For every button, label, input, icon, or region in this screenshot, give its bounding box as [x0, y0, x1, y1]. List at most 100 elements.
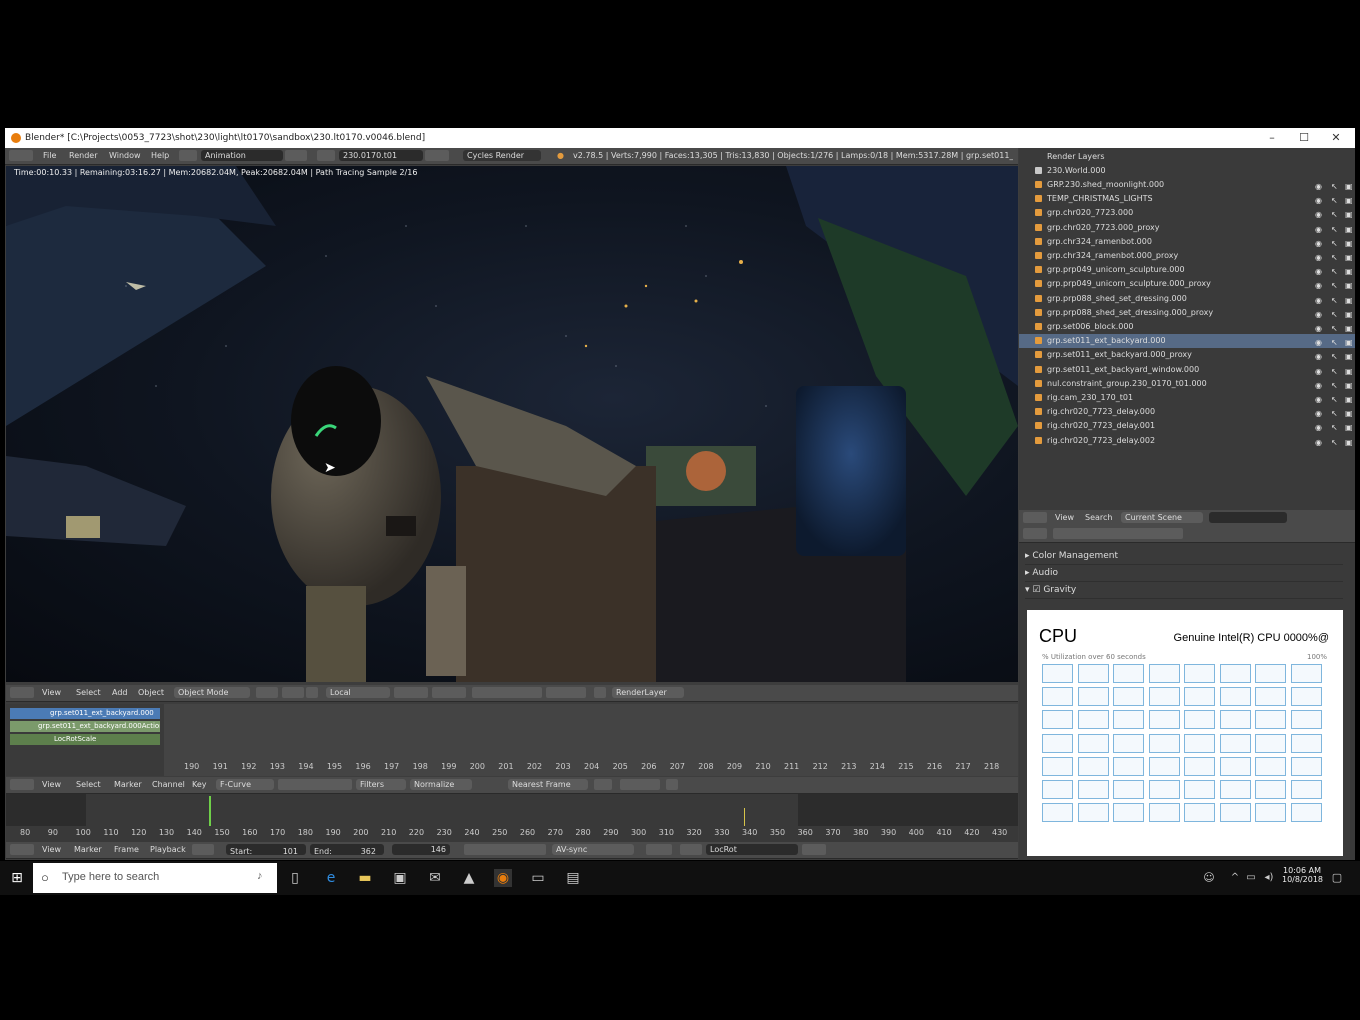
menu-file[interactable]: File [43, 148, 56, 163]
menu-key[interactable]: Key [192, 777, 207, 792]
playback-controls[interactable] [464, 844, 546, 855]
menu-select[interactable]: Select [76, 685, 101, 700]
viewport-render[interactable]: Time:00:10.33 | Remaining:03:16.27 | Mem… [6, 166, 1018, 682]
sync-selector[interactable]: AV-sync [552, 844, 634, 855]
normalize-toggle[interactable]: Normalize [410, 779, 472, 790]
menu-add[interactable]: Add [112, 685, 128, 700]
outliner-item[interactable]: grp.chr324_ramenbot.000 ◉ ↖ ▣ [1019, 235, 1355, 249]
panel-audio[interactable]: ▸ Audio [1025, 565, 1343, 582]
close-button[interactable]: ✕ [1321, 128, 1351, 148]
editor-type-button[interactable] [10, 844, 34, 855]
outliner-item[interactable]: rig.chr020_7723_delay.000 ◉ ↖ ▣ [1019, 405, 1355, 419]
layers-grid-2[interactable] [432, 687, 466, 698]
scene-add-remove[interactable] [425, 150, 449, 161]
viewport-shading-icon[interactable] [256, 687, 278, 698]
pivot-icon[interactable] [594, 779, 612, 790]
manipulator-icon[interactable] [306, 687, 318, 698]
outliner-item[interactable]: rig.chr020_7723_delay.001 ◉ ↖ ▣ [1019, 419, 1355, 433]
photos-icon[interactable]: ▲ [460, 869, 478, 887]
snap-selector[interactable]: Nearest Frame [508, 779, 588, 790]
screen-layout-icon[interactable] [179, 150, 197, 161]
editor-type-button[interactable] [1023, 512, 1047, 523]
menu-view[interactable]: View [42, 777, 61, 792]
task-view-icon[interactable]: ▯ [286, 869, 304, 887]
outliner-item[interactable]: grp.set006_block.000 ◉ ↖ ▣ [1019, 320, 1355, 334]
current-frame-marker[interactable] [209, 796, 211, 826]
ghost-curves-icon[interactable] [666, 779, 678, 790]
timeline[interactable]: 80 90 100 110 120 130 140 150 160 170 180 190 200 210… [6, 794, 1018, 842]
menu-search[interactable]: Search [1085, 510, 1112, 525]
menu-marker[interactable]: Marker [74, 842, 102, 857]
outliner-item[interactable]: grp.chr324_ramenbot.000_proxy ◉ ↖ ▣ [1019, 249, 1355, 263]
mode-selector[interactable]: Object Mode [174, 687, 250, 698]
layout-add-remove[interactable] [285, 150, 307, 161]
scene-icon[interactable] [317, 150, 335, 161]
layers-grid-1[interactable] [394, 687, 428, 698]
selectable-arrow-icon[interactable]: ↖ [1331, 436, 1338, 450]
minimize-button[interactable]: – [1257, 128, 1287, 148]
snap-tools[interactable] [472, 687, 542, 698]
outliner-item[interactable]: grp.prp088_shed_set_dressing.000 ◉ ↖ ▣ [1019, 292, 1355, 306]
outliner-item[interactable]: rig.cam_230_170_t01 ◉ ↖ ▣ [1019, 391, 1355, 405]
microphone-icon[interactable]: ♪ [257, 870, 263, 882]
visibility-eye-icon[interactable]: ◉ [1315, 436, 1322, 450]
notifications-icon[interactable]: ▢ [1328, 869, 1346, 887]
panel-color-management[interactable]: ▸ Color Management [1025, 548, 1343, 565]
network-icon[interactable]: ▭ [1242, 869, 1260, 887]
mode-selector[interactable]: F-Curve [216, 779, 274, 790]
record-icon[interactable] [646, 844, 672, 855]
outliner-scope-selector[interactable]: Current Scene [1121, 512, 1203, 523]
maximize-button[interactable]: ☐ [1289, 128, 1319, 148]
outliner-item[interactable]: grp.prp088_shed_set_dressing.000_proxy ◉ ↖… [1019, 306, 1355, 320]
people-icon[interactable]: ☺ [1200, 869, 1218, 887]
outliner-item[interactable]: grp.set011_ext_backyard.000 ◉ ↖ ▣ [1019, 334, 1355, 349]
dopesheet-editor[interactable]: grp.set011_ext_backyard.000 grp.set011_e… [6, 704, 1018, 776]
outliner-item[interactable]: grp.prp049_unicorn_sculpture.000_proxy ◉ ↖… [1019, 277, 1355, 291]
clock[interactable]: 10:06 AM 10/8/2018 [1282, 866, 1323, 884]
scene-selector[interactable]: 230.0170.t01 [339, 150, 423, 161]
menu-view[interactable]: View [1055, 510, 1074, 525]
task-manager-icon[interactable]: ▤ [564, 869, 582, 887]
editor-type-button[interactable] [1023, 528, 1047, 539]
channel-object[interactable]: grp.set011_ext_backyard.000 [10, 708, 160, 719]
property-context-tabs[interactable] [1053, 528, 1183, 539]
panel-gravity[interactable]: ▾ ☑ Gravity [1025, 582, 1343, 599]
outliner-item[interactable]: grp.set011_ext_backyard_window.000 ◉ ↖ ▣ [1019, 363, 1355, 377]
terminal-icon[interactable]: ▭ [529, 869, 547, 887]
menu-select[interactable]: Select [76, 777, 101, 792]
outliner-item[interactable]: grp.chr020_7723.000_proxy ◉ ↖ ▣ [1019, 221, 1355, 235]
outliner-item[interactable]: grp.prp049_unicorn_sculpture.000 ◉ ↖ ▣ [1019, 263, 1355, 277]
menu-frame[interactable]: Frame [114, 842, 139, 857]
render-layers-label[interactable]: Render Layers [1047, 150, 1105, 164]
menu-window[interactable]: Window [109, 148, 141, 163]
taskbar-search-box[interactable]: ○ Type here to search ♪ [33, 863, 277, 893]
keying-icon[interactable] [680, 844, 702, 855]
outliner-search-input[interactable] [1209, 512, 1287, 523]
menu-channel[interactable]: Channel [152, 777, 185, 792]
blender-taskbar-icon[interactable]: ◉ [494, 869, 512, 887]
editor-type-button[interactable] [10, 779, 34, 790]
channel-group[interactable]: LocRotScale [10, 734, 160, 745]
store-icon[interactable]: ▣ [391, 869, 409, 887]
outliner-item[interactable]: rig.chr020_7723_delay.002 ◉ ↖ ▣ [1019, 434, 1355, 448]
copy-paste-icons[interactable] [620, 779, 660, 790]
file-explorer-icon[interactable]: ▬ [356, 869, 374, 887]
outliner-item[interactable]: nul.constraint_group.230_0170_t01.000 ◉ ↖ ▣ [1019, 377, 1355, 391]
menu-playback[interactable]: Playback [150, 842, 186, 857]
filter-icons[interactable] [278, 779, 352, 790]
menu-view[interactable]: View [42, 685, 61, 700]
outliner-world-row[interactable]: 230.World.000 [1019, 164, 1355, 178]
render-engine-selector[interactable]: Cycles Render [463, 150, 541, 161]
keying-set-selector[interactable]: LocRot [706, 844, 798, 855]
auto-keying-icons[interactable] [192, 844, 214, 855]
menu-render[interactable]: Render [69, 148, 97, 163]
keyframe-insert-delete[interactable] [802, 844, 826, 855]
menu-object[interactable]: Object [138, 685, 164, 700]
mail-icon[interactable]: ✉ [426, 869, 444, 887]
volume-icon[interactable]: ◂) [1260, 869, 1278, 887]
start-button-icon[interactable]: ⊞ [8, 869, 26, 887]
start-frame-field[interactable]: Start: 101 [226, 844, 306, 856]
render-camera-icon[interactable]: ▣ [1345, 436, 1353, 450]
channel-action[interactable]: grp.set011_ext_backyard.000Action [10, 721, 160, 732]
render-layer-icon[interactable] [594, 687, 606, 698]
